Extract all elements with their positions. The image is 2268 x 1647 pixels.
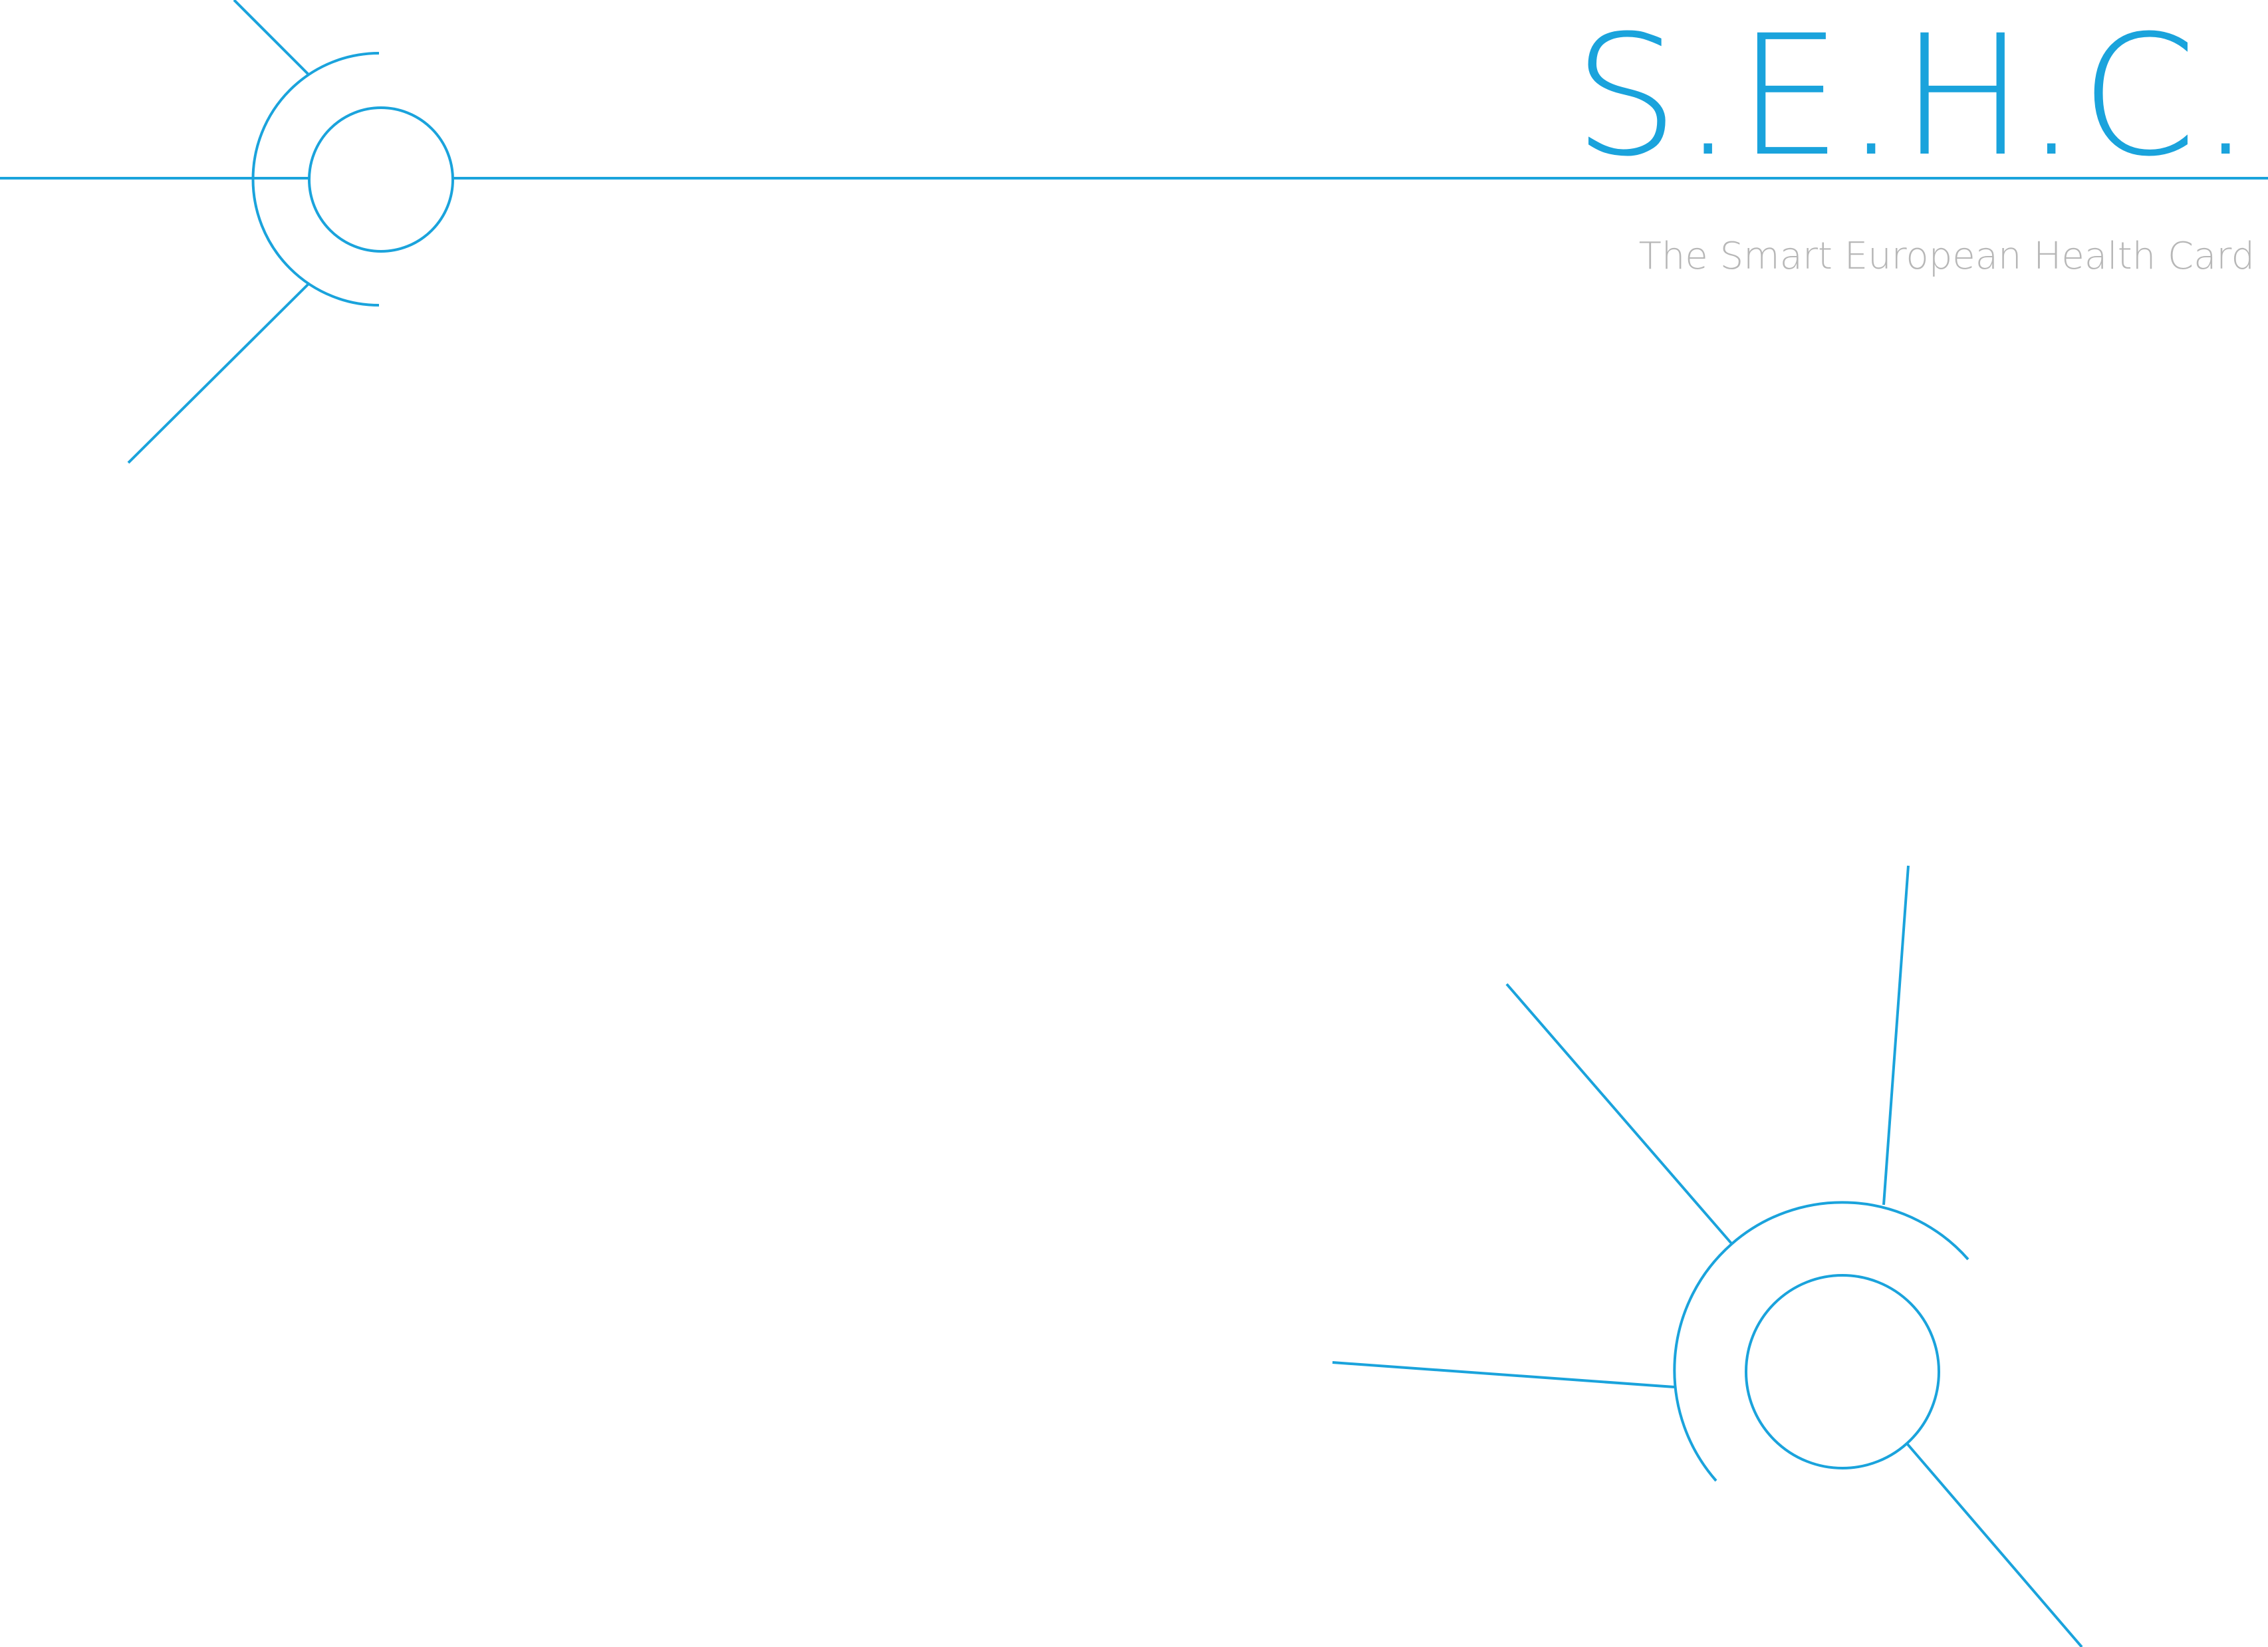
title-page: S.E.H.C. The Smart European Health Card	[0, 0, 2268, 1647]
brand-tagline: The Smart European Health Card	[1638, 235, 2255, 278]
brand-logo-text: S.E.H.C.	[1573, 0, 2255, 193]
network-node-icon-top-left	[127, 0, 454, 464]
brand-block: S.E.H.C. The Smart European Health Card	[1573, 13, 2255, 275]
network-node-icon-bottom-right	[1332, 865, 2083, 1647]
